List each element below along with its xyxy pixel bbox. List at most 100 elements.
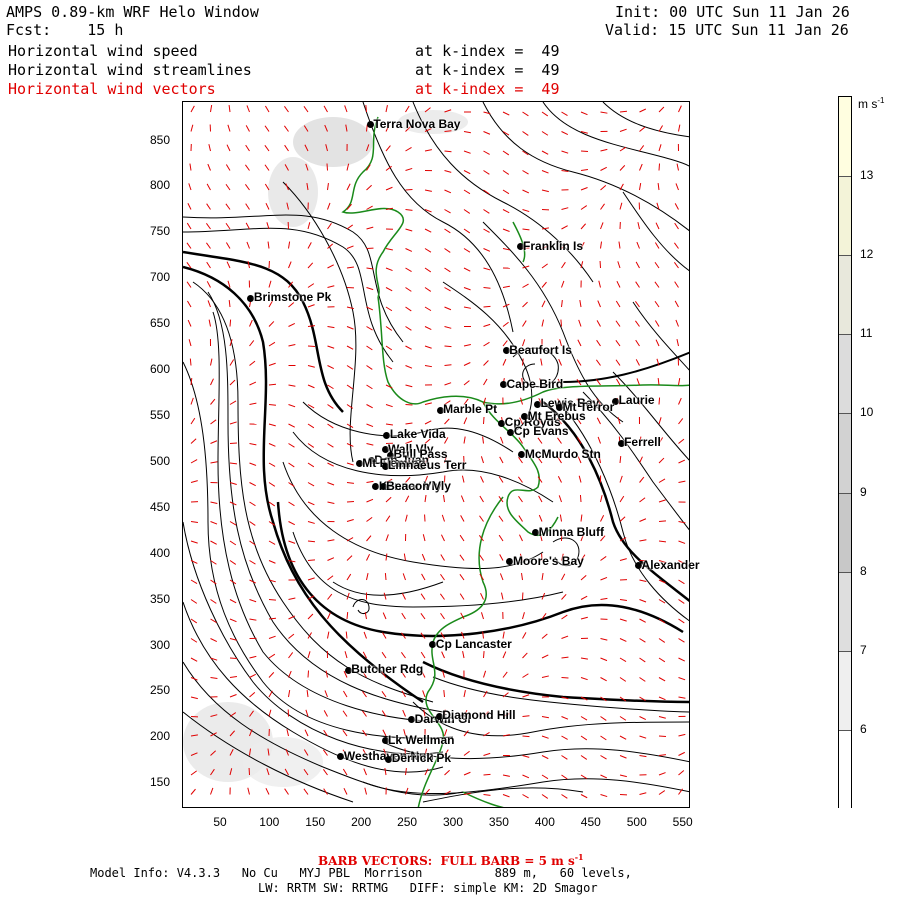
wind-barb [658,754,667,756]
wind-barb [678,618,685,624]
wind-barb [483,209,490,214]
place-label: Moore's Bay [512,553,584,568]
wind-barb [268,617,277,620]
wind-barb [639,792,647,795]
wind-barb [522,111,529,117]
wind-barb [366,480,374,483]
wind-barb [541,227,549,230]
wind-barb [444,209,451,214]
wind-barb [366,443,374,446]
wind-barb [654,320,660,327]
wind-barb [229,421,237,425]
wind-barb [405,422,413,425]
wind-barb [210,398,216,405]
wind-barb [384,572,387,581]
wind-barb [307,304,315,308]
wind-barb [327,593,333,600]
wind-barb [675,183,679,191]
wind-barb [658,677,666,682]
wind-barb [440,534,445,542]
wind-barb [498,534,504,542]
colorbar-segment [839,729,851,810]
wind-barb [541,319,545,327]
wind-barb [521,572,523,581]
wind-barb [381,651,387,659]
wind-barb [541,675,549,678]
wind-barb [249,340,255,347]
wind-barb [460,515,465,522]
wind-barb [307,540,316,543]
wind-barb [307,613,314,620]
wind-barb [541,150,549,155]
wind-barb [541,300,546,308]
wind-barb [580,223,587,230]
x-tick-label: 100 [259,815,280,829]
wind-barb [381,690,387,698]
wind-barb [190,438,197,444]
wind-barb [654,300,660,308]
wind-barb [210,787,214,795]
wind-barb [384,768,387,776]
wind-barb [522,209,530,213]
wind-barb [541,189,549,193]
wind-barb [327,345,335,349]
wind-barb [483,360,489,366]
field-1-level: at k-index = 49 [415,42,560,60]
wind-barb [444,306,452,311]
wind-barb [580,735,588,741]
wind-barb [364,787,367,795]
wind-barb [483,150,490,155]
wind-barb [463,771,471,776]
wind-barb [307,283,315,288]
wind-barb [480,456,484,464]
wind-barb [637,222,640,230]
wind-barb [189,163,192,171]
wind-barb [342,730,348,737]
wind-barb [288,261,292,269]
wind-barb [675,319,679,327]
wind-barb [639,677,646,682]
wind-barb [405,105,410,113]
wind-barb [424,149,432,152]
y-tick-label: 150 [150,775,171,790]
wind-barb [346,245,354,249]
wind-barb [346,537,354,542]
field-3-level: at k-index = 49 [415,80,560,98]
wind-barb [616,280,621,288]
wind-barb [561,573,566,581]
wind-barb [580,514,583,522]
wind-barb [284,106,289,113]
wind-barb [366,498,374,503]
x-tick-label: 150 [305,815,326,829]
wind-barb [286,729,289,737]
x-tick-label: 400 [534,815,555,829]
wind-barb [463,417,468,425]
wind-barb [619,638,627,642]
wind-barb [246,105,250,113]
wind-barb [580,657,588,660]
wind-barb [678,579,685,585]
wind-barb [422,690,426,698]
y-tick-label: 450 [150,499,171,514]
wind-barb [658,163,661,171]
wind-barb [206,281,211,288]
wind-barb [327,501,335,504]
wind-barb [210,440,218,444]
wind-barb [366,326,373,331]
wind-barb [323,105,328,113]
wind-barb [249,655,257,659]
place-label: Minna Bluff [538,524,604,539]
wind-barb [676,163,679,171]
wind-barb [268,635,276,639]
wind-barb [440,612,445,620]
x-tick-label: 500 [626,815,647,829]
wind-barb [560,319,562,327]
wind-barb [307,443,315,448]
wind-barb [658,457,665,464]
wind-barb [444,418,450,425]
wind-barb [595,359,601,366]
place-label: Marble Pt [443,402,498,417]
wind-barb [307,345,316,348]
colorbar-unit-text: m s [858,97,878,111]
wind-barb [502,285,510,288]
